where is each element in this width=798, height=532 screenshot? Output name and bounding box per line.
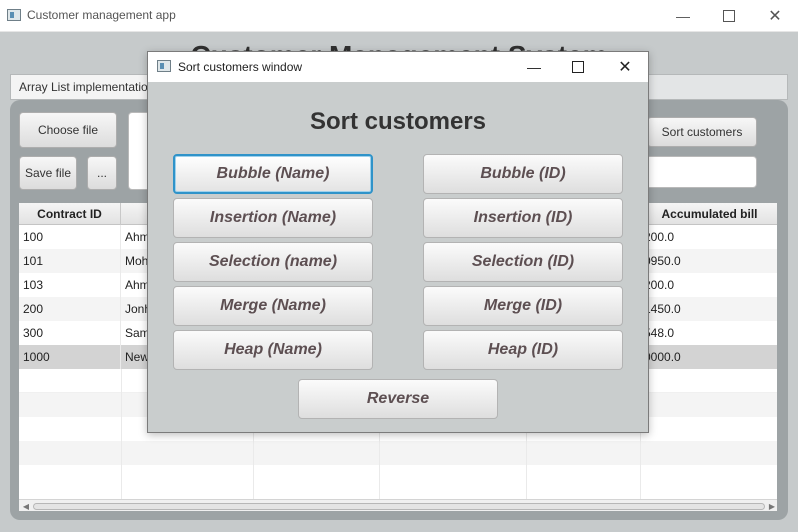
- save-file-button[interactable]: Save file: [19, 156, 77, 190]
- minimize-icon: —: [676, 7, 690, 24]
- insertion-name-button[interactable]: Insertion (Name): [173, 198, 373, 238]
- cell-contract-id: 300: [19, 321, 121, 345]
- insertion-id-button[interactable]: Insertion (ID): [423, 198, 623, 238]
- dialog-titlebar[interactable]: Sort customers window — ✕: [148, 52, 648, 82]
- reverse-button[interactable]: Reverse: [298, 379, 498, 419]
- cell-contract-id: 103: [19, 273, 121, 297]
- column-header-accumulated-bill[interactable]: Accumulated bill: [640, 203, 777, 225]
- cell-contract-id: 200: [19, 297, 121, 321]
- scrollbar-thumb[interactable]: [33, 503, 765, 510]
- horizontal-scrollbar[interactable]: ◀ ▶: [19, 499, 777, 511]
- cell-accumulated-bill: 1450.0: [644, 302, 681, 316]
- sort-customers-dialog: Sort customers window — ✕ Sort customers…: [147, 51, 649, 433]
- column-header-contract-id[interactable]: Contract ID: [19, 203, 121, 225]
- heap-name-button[interactable]: Heap (Name): [173, 330, 373, 370]
- maximize-icon: [723, 9, 735, 22]
- dialog-close-button[interactable]: ✕: [602, 52, 648, 82]
- maximize-icon: [572, 61, 584, 73]
- dialog-minimize-button[interactable]: —: [511, 52, 557, 82]
- close-icon: ✕: [618, 59, 632, 76]
- main-window-titlebar[interactable]: Customer management app — ✕: [0, 0, 798, 32]
- selection-name-button[interactable]: Selection (name): [173, 242, 373, 282]
- sort-customers-button[interactable]: Sort customers: [647, 117, 757, 147]
- choose-file-button[interactable]: Choose file: [19, 112, 117, 148]
- dialog-heading: Sort customers: [309, 108, 487, 135]
- merge-id-button[interactable]: Merge (ID): [423, 286, 623, 326]
- app-icon: [7, 9, 21, 21]
- cell-contract-id: 1000: [19, 345, 121, 369]
- column-divider: [121, 369, 122, 499]
- merge-name-button[interactable]: Merge (Name): [173, 286, 373, 326]
- close-icon: ✕: [768, 7, 782, 25]
- scroll-right-icon[interactable]: ▶: [767, 501, 777, 511]
- search-field[interactable]: [632, 156, 757, 188]
- bubble-name-button[interactable]: Bubble (Name): [173, 154, 373, 194]
- more-button[interactable]: ...: [87, 156, 117, 190]
- dialog-maximize-button[interactable]: [555, 52, 601, 82]
- heap-id-button[interactable]: Heap (ID): [423, 330, 623, 370]
- cell-accumulated-bill: 200.0: [644, 230, 675, 244]
- cell-accumulated-bill: 0950.0: [644, 254, 681, 268]
- dialog-title: Sort customers window: [178, 60, 303, 74]
- cell-contract-id: 100: [19, 225, 121, 249]
- selection-id-button[interactable]: Selection (ID): [423, 242, 623, 282]
- main-window-title: Customer management app: [27, 8, 176, 22]
- minimize-button[interactable]: —: [660, 0, 706, 31]
- cell-accumulated-bill: 548.0: [644, 326, 675, 340]
- tab-array-list-implementation[interactable]: Array List implementation: [10, 74, 164, 100]
- maximize-button[interactable]: [706, 0, 752, 31]
- cell-contract-id: 101: [19, 249, 121, 273]
- close-button[interactable]: ✕: [752, 0, 798, 31]
- empty-row: [19, 441, 777, 465]
- scroll-left-icon[interactable]: ◀: [21, 501, 31, 511]
- cell-accumulated-bill: 0000.0: [644, 350, 681, 364]
- empty-row: [19, 465, 777, 489]
- bubble-id-button[interactable]: Bubble (ID): [423, 154, 623, 194]
- app-icon: [157, 60, 171, 72]
- cell-accumulated-bill: 200.0: [644, 278, 675, 292]
- minimize-icon: —: [527, 59, 541, 75]
